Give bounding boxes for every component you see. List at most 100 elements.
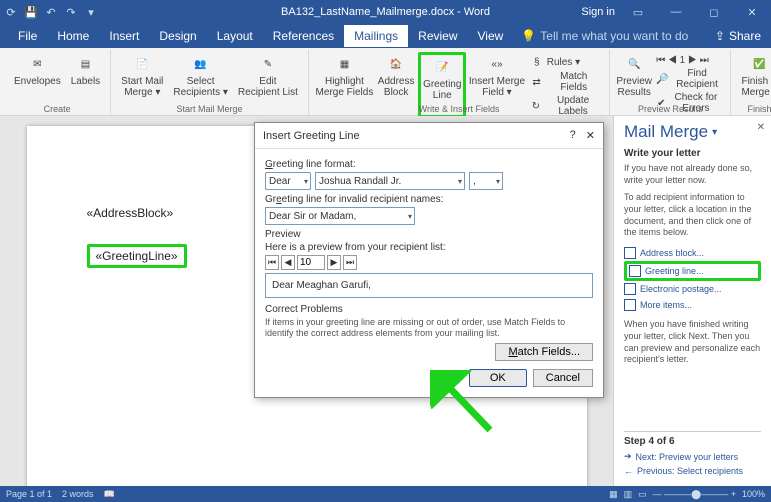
signin-link[interactable]: Sign in (581, 6, 615, 18)
pane-text1: If you have not already done so, write y… (624, 163, 761, 186)
group-start-label: Start Mail Merge (111, 104, 308, 114)
tab-home[interactable]: Home (47, 25, 99, 47)
next-record-button[interactable]: ▶ (327, 255, 341, 270)
undo-icon[interactable]: ↶ (44, 5, 58, 19)
page-label[interactable]: Page 1 of 1 (6, 489, 52, 499)
mailmerge-icon: 📄 (132, 54, 152, 74)
pane-address-block-link[interactable]: Address block... (624, 245, 761, 261)
name-format-select[interactable]: Joshua Randall Jr. (315, 172, 465, 190)
tab-view[interactable]: View (468, 25, 514, 47)
envelopes-button[interactable]: ✉Envelopes (10, 52, 65, 89)
find-recipient-button[interactable]: 🔎Find Recipient (654, 67, 724, 91)
redo-icon[interactable]: ↷ (64, 5, 78, 19)
prev-step-link[interactable]: ←Previous: Select recipients (624, 464, 761, 478)
doc-icon (624, 247, 636, 259)
last-record-button[interactable]: ⏭ (343, 255, 357, 270)
share-button[interactable]: ⇪Share (715, 29, 761, 43)
pane-heading: Write your letter (624, 148, 761, 159)
maximize-icon[interactable]: ◻ (699, 6, 729, 19)
step-label: Step 4 of 6 (624, 436, 761, 447)
record-nav: ⏮ ◀ ▶ ⏭ (265, 255, 593, 270)
invalid-select[interactable]: Dear Sir or Madam, (265, 207, 415, 225)
tab-layout[interactable]: Layout (207, 25, 263, 47)
arrow-left-icon: ← (624, 466, 633, 476)
first-record-button[interactable]: ⏮ (265, 255, 279, 270)
cancel-button[interactable]: Cancel (533, 369, 593, 387)
view-print-icon[interactable]: ▥ (624, 489, 633, 500)
group-preview-label: Preview Results (610, 104, 730, 114)
correct-text: If items in your greeting line are missi… (265, 317, 593, 339)
edit-recipient-list-button[interactable]: ✎Edit Recipient List (234, 52, 302, 100)
ok-button[interactable]: OK (469, 369, 527, 387)
share-icon: ⇪ (715, 29, 725, 43)
find-icon: 🔎 (656, 72, 668, 86)
tell-me[interactable]: 💡Tell me what you want to do (521, 29, 688, 43)
view-web-icon[interactable]: ▭ (638, 489, 647, 500)
record-input[interactable] (297, 255, 325, 270)
zoom-slider[interactable]: — ———⬤——— + (653, 489, 736, 500)
minimize-icon[interactable]: — (661, 6, 691, 18)
tab-review[interactable]: Review (408, 25, 467, 47)
pane-more-items-link[interactable]: More items... (624, 297, 761, 313)
pane-greeting-line-link[interactable]: Greeting line... (624, 261, 761, 281)
recipients-icon: 👥 (191, 54, 211, 74)
group-create-label: Create (4, 104, 110, 114)
word-count[interactable]: 2 words (62, 489, 94, 499)
rules-icon: § (530, 55, 544, 69)
dialog-close-icon[interactable]: ✕ (586, 129, 595, 142)
pane-close-icon[interactable]: ✕ (757, 122, 765, 133)
tab-mailings[interactable]: Mailings (344, 25, 408, 47)
address-icon: 🏠 (386, 54, 406, 74)
pane-text2: To add recipient information to your let… (624, 192, 761, 239)
tab-references[interactable]: References (263, 25, 344, 47)
doc-icon (629, 265, 641, 277)
mail-merge-pane: ✕ Mail Merge▾ Write your letter If you h… (613, 116, 771, 486)
preview-label: Preview (265, 229, 593, 240)
match-fields-button[interactable]: ⇄Match Fields (528, 70, 603, 94)
zoom-label[interactable]: 100% (742, 489, 765, 499)
ribbon: ✉Envelopes ▤Labels Create 📄Start Mail Me… (0, 48, 771, 116)
preview-box: Dear Meaghan Garufi, (265, 273, 593, 298)
match-icon: ⇄ (530, 75, 544, 89)
tab-design[interactable]: Design (149, 25, 206, 47)
autosave-icon[interactable]: ⟳ (4, 5, 18, 19)
pane-postage-link[interactable]: Electronic postage... (624, 281, 761, 297)
record-nav[interactable]: ⏮ ◀ 1 ▶ ⏭ (654, 54, 724, 67)
proofing-icon[interactable]: 📖 (104, 489, 115, 500)
save-icon[interactable]: 💾 (24, 5, 38, 19)
edit-list-icon: ✎ (258, 54, 278, 74)
finish-icon: ✅ (750, 54, 770, 74)
correct-label: Correct Problems (265, 304, 593, 315)
tab-insert[interactable]: Insert (99, 25, 149, 47)
salutation-select[interactable]: Dear (265, 172, 311, 190)
group-finish-label: Finish (731, 104, 771, 114)
titlebar: ⟳ 💾 ↶ ↷ ▾ BA132_LastName_Mailmerge.docx … (0, 0, 771, 24)
rules-button[interactable]: §Rules ▾ (528, 54, 603, 70)
greeting-line-field[interactable]: «GreetingLine» (87, 244, 187, 268)
doc-icon (624, 299, 636, 311)
start-mail-merge-button[interactable]: 📄Start Mail Merge ▾ (117, 52, 167, 100)
highlight-icon: ▦ (334, 54, 354, 74)
envelope-icon: ✉ (27, 54, 47, 74)
view-read-icon[interactable]: ▦ (609, 489, 618, 500)
doc-icon (624, 283, 636, 295)
ribbon-options-icon[interactable]: ▭ (623, 6, 653, 19)
insert-greeting-line-dialog: Insert Greeting Line ?✕ Greeting line fo… (254, 122, 604, 398)
match-fields-appbutton[interactable]: Match Fields... (495, 343, 593, 361)
select-recipients-button[interactable]: 👥Select Recipients ▾ (169, 52, 232, 100)
tab-file[interactable]: File (8, 25, 47, 47)
finish-merge-button[interactable]: ✅Finish & Merge ▾ (737, 52, 771, 100)
qat-more-icon[interactable]: ▾ (84, 5, 98, 19)
prev-record-button[interactable]: ◀ (281, 255, 295, 270)
punct-select[interactable]: , (469, 172, 503, 190)
next-step-link[interactable]: ➔Next: Preview your letters (624, 449, 761, 464)
close-icon[interactable]: ✕ (737, 6, 767, 19)
pane-title: Mail Merge▾ (624, 122, 761, 142)
labels-button[interactable]: ▤Labels (67, 52, 104, 89)
group-write-label: Write & Insert Fields (309, 104, 609, 114)
preview-icon: 🔍 (624, 54, 644, 74)
dialog-help-icon[interactable]: ? (570, 129, 576, 142)
format-label: Greeting line format: (265, 159, 593, 170)
document-title: BA132_LastName_Mailmerge.docx - Word (281, 6, 490, 18)
label-icon: ▤ (75, 54, 95, 74)
